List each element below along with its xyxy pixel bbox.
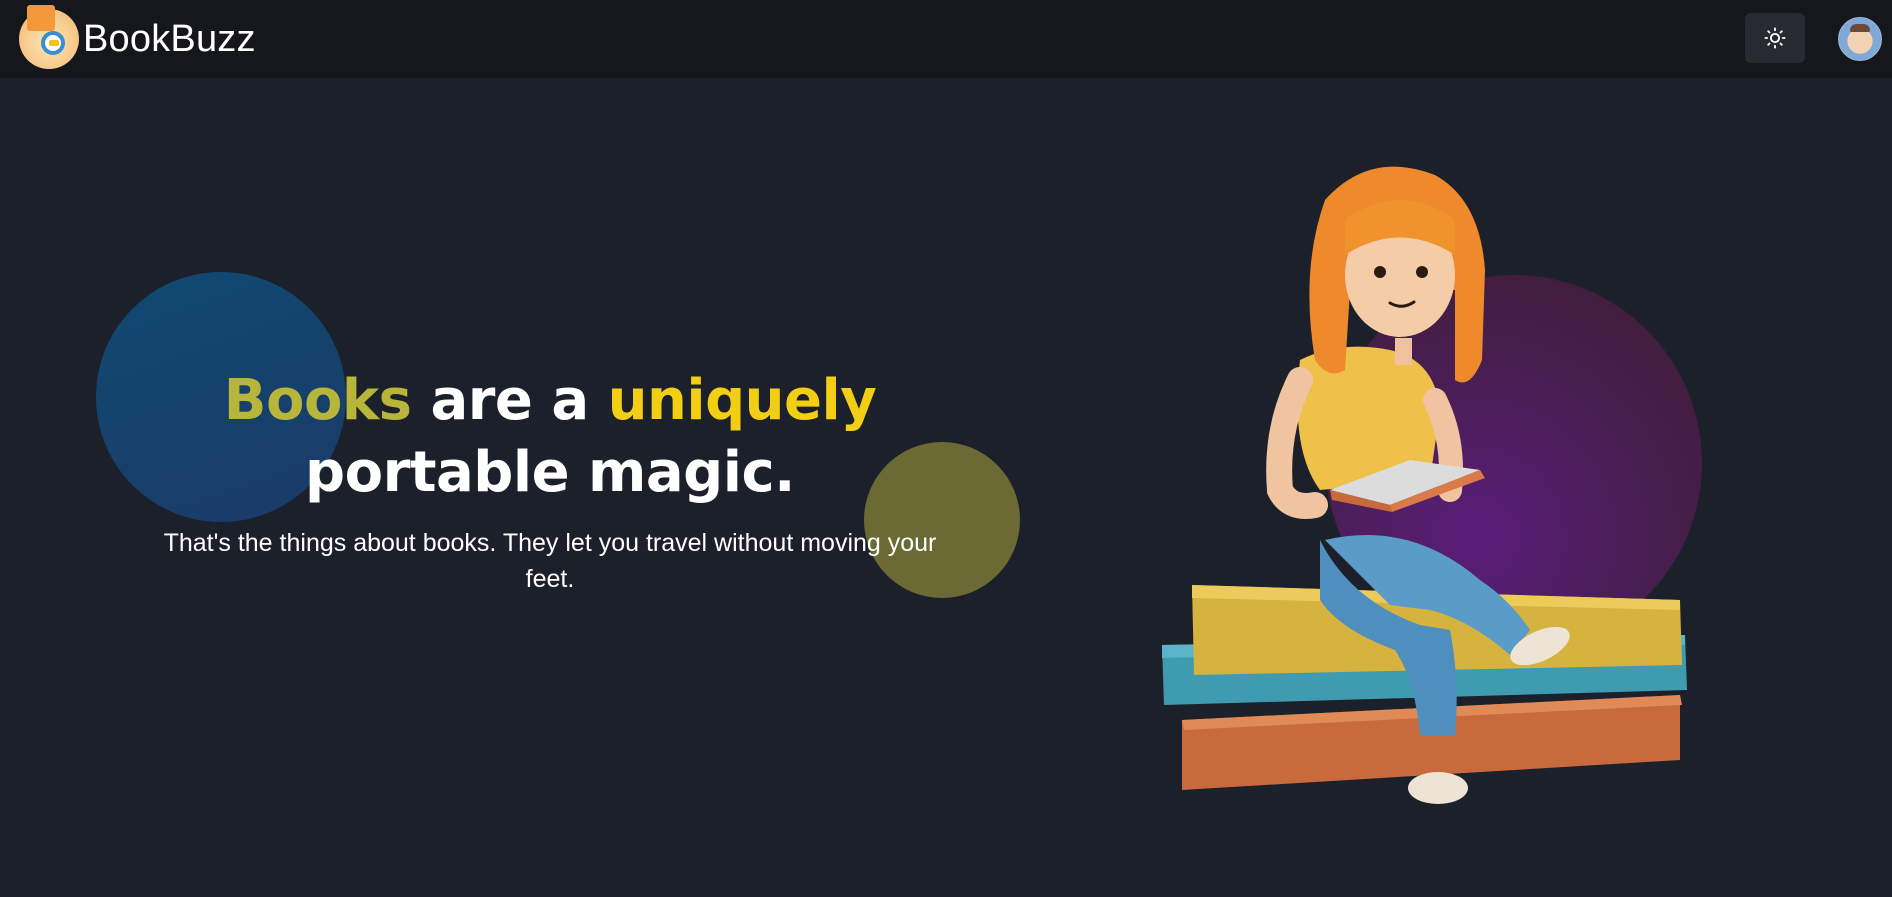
girl-head: [1309, 166, 1485, 383]
shoe-left: [1408, 772, 1468, 804]
brand-link[interactable]: BookBuzz: [19, 5, 256, 70]
theme-toggle-button[interactable]: [1745, 13, 1805, 63]
hero-headline: Books are a uniquely portable magic.: [140, 365, 960, 509]
user-avatar[interactable]: [1838, 17, 1882, 61]
brand-name: BookBuzz: [83, 17, 256, 60]
hero-section: Books are a uniquely portable magic. Tha…: [140, 365, 960, 597]
navbar: BookBuzz: [0, 0, 1892, 78]
girl-reading-illustration: [1162, 166, 1687, 804]
sun-icon: [1764, 27, 1786, 49]
headline-line-2: portable magic.: [305, 440, 795, 505]
logo-icon: [19, 5, 79, 69]
headline-word-are-a: are a: [411, 368, 608, 433]
headline-word-books: Books: [223, 368, 412, 433]
headline-word-uniquely: uniquely: [607, 368, 877, 433]
hero-subtext: That's the things about books. They let …: [163, 529, 937, 593]
